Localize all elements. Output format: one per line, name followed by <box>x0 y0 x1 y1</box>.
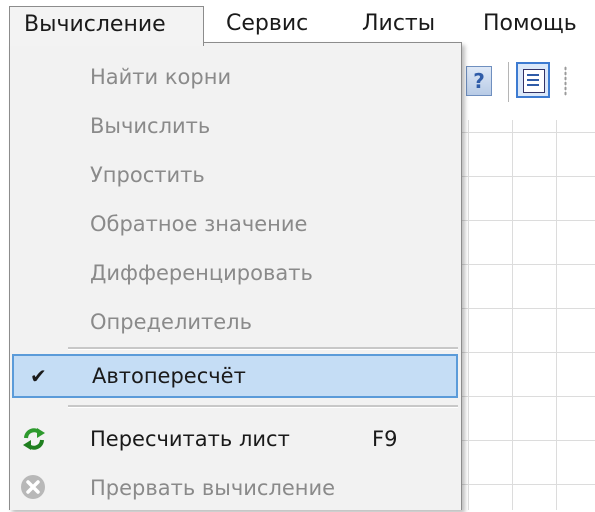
menu-item-label: Автопересчёт <box>92 364 246 388</box>
menu-item-determinant[interactable]: Определитель <box>10 298 461 346</box>
checkmark-icon: ✔ <box>30 364 47 388</box>
help-icon[interactable]: ? <box>466 66 492 96</box>
menu-service[interactable]: Сервис <box>226 6 308 42</box>
toolbar: ? <box>462 60 595 114</box>
shortcut-label: F9 <box>372 427 398 451</box>
menu-item-simplify[interactable]: Упростить <box>10 151 461 199</box>
menu-separator <box>68 347 458 350</box>
menu-calculation[interactable]: Вычисление <box>9 6 204 46</box>
menu-item-evaluate[interactable]: Вычислить <box>10 102 461 150</box>
worksheet-grid[interactable] <box>462 120 595 510</box>
menu-item-label: Определитель <box>90 310 252 334</box>
menu-separator <box>68 405 458 408</box>
menu-item-label: Вычислить <box>90 114 211 138</box>
menu-item-label: Упростить <box>90 163 205 187</box>
menu-item-label: Прервать вычисление <box>90 476 336 500</box>
recalculate-icon <box>23 428 45 450</box>
menu-item-inverse[interactable]: Обратное значение <box>10 200 461 248</box>
menu-item-find-roots[interactable]: Найти корни <box>10 53 461 101</box>
menu-item-differentiate[interactable]: Дифференцировать <box>10 249 461 297</box>
stop-icon <box>21 475 45 499</box>
toolbar-grip[interactable] <box>564 66 567 96</box>
properties-panel-icon[interactable] <box>516 62 550 98</box>
menu-item-label: Пересчитать лист <box>90 427 290 451</box>
menu-item-recalculate-sheet[interactable]: Пересчитать лист F9 <box>10 415 461 463</box>
menu-item-autorecalc[interactable]: ✔ Автопересчёт <box>12 354 458 398</box>
menu-bar: Вычисление Сервис Листы Помощь <box>0 0 595 46</box>
menu-help[interactable]: Помощь <box>483 6 577 42</box>
toolbar-separator <box>508 62 509 102</box>
menu-sheets[interactable]: Листы <box>362 6 435 42</box>
menu-item-abort-calculation[interactable]: Прервать вычисление <box>10 464 461 512</box>
menu-item-label: Обратное значение <box>90 212 308 236</box>
menu-item-label: Дифференцировать <box>90 261 313 285</box>
menu-item-label: Найти корни <box>90 65 232 89</box>
calculation-dropdown-menu: Найти корни Вычислить Упростить Обратное… <box>9 42 462 510</box>
